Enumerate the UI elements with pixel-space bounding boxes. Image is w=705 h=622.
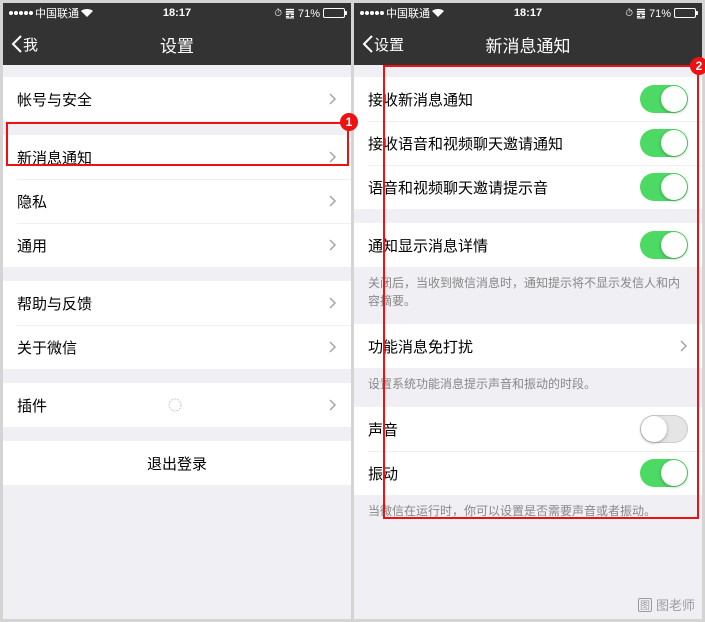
row-plugins[interactable]: 插件 — [3, 383, 351, 427]
row-voip-ringtone[interactable]: 语音和视频聊天邀请提示音 — [354, 165, 702, 209]
page-title: 设置 — [3, 32, 351, 57]
logout-button[interactable]: 退出登录 — [3, 441, 351, 485]
page-title: 新消息通知 — [354, 32, 702, 57]
row-privacy[interactable]: 隐私 — [3, 179, 351, 223]
nav-bar: 设置 新消息通知 — [354, 23, 702, 65]
row-account-security[interactable]: 帐号与安全 — [3, 77, 351, 121]
watermark: 图 图老师 — [638, 595, 695, 614]
annotation-badge-1: 1 — [340, 113, 358, 131]
row-show-detail[interactable]: 通知显示消息详情 — [354, 223, 702, 267]
toggle-receive-new-msg[interactable] — [640, 85, 688, 113]
footer-show-detail: 关闭后，当收到微信消息时，通知提示将不显示发信人和内容摘要。 — [354, 267, 702, 310]
chevron-right-icon — [329, 399, 337, 411]
row-receive-voip-invite[interactable]: 接收语音和视频聊天邀请通知 — [354, 121, 702, 165]
toggle-vibrate[interactable] — [640, 459, 688, 487]
status-time: 18:17 — [3, 7, 351, 19]
chevron-right-icon — [329, 93, 337, 105]
chevron-right-icon — [329, 341, 337, 353]
status-bar: 中国联通 18:17 ⏱ ䷘ 71% — [354, 3, 702, 23]
toggle-voip-ringtone[interactable] — [640, 173, 688, 201]
chevron-right-icon — [329, 297, 337, 309]
footer-dnd: 设置系统功能消息提示声音和振动的时段。 — [354, 368, 702, 393]
settings-list: 帐号与安全 新消息通知 隐私 通用 帮助与反馈 关 — [3, 65, 351, 619]
row-dnd[interactable]: 功能消息免打扰 — [354, 324, 702, 368]
battery-icon — [323, 8, 345, 18]
row-general[interactable]: 通用 — [3, 223, 351, 267]
notify-list: 接收新消息通知 接收语音和视频聊天邀请通知 语音和视频聊天邀请提示音 通知显示消… — [354, 65, 702, 619]
row-new-message-notify[interactable]: 新消息通知 — [3, 135, 351, 179]
row-vibrate[interactable]: 振动 — [354, 451, 702, 495]
status-bar: 中国联通 18:17 ⏱ ䷘ 71% — [3, 3, 351, 23]
chevron-right-icon — [329, 151, 337, 163]
battery-icon — [674, 8, 696, 18]
footer-sound-vibrate: 当微信在运行时，你可以设置是否需要声音或者振动。 — [354, 495, 702, 520]
toggle-sound[interactable] — [640, 415, 688, 443]
row-receive-new-msg[interactable]: 接收新消息通知 — [354, 77, 702, 121]
row-help-feedback[interactable]: 帮助与反馈 — [3, 281, 351, 325]
status-time: 18:17 — [354, 7, 702, 19]
annotation-badge-2: 2 — [690, 57, 705, 75]
chevron-right-icon — [329, 195, 337, 207]
row-sound[interactable]: 声音 — [354, 407, 702, 451]
nav-bar: 我 设置 — [3, 23, 351, 65]
phone-settings: 中国联通 18:17 ⏱ ䷘ 71% 我 设置 帐号与安全 新消息通知 — [3, 3, 351, 619]
toggle-show-detail[interactable] — [640, 231, 688, 259]
chevron-right-icon — [329, 239, 337, 251]
row-about-wechat[interactable]: 关于微信 — [3, 325, 351, 369]
watermark-icon: 图 — [638, 598, 652, 612]
toggle-receive-voip-invite[interactable] — [640, 129, 688, 157]
plugin-icon — [168, 398, 182, 412]
phone-notifications: 中国联通 18:17 ⏱ ䷘ 71% 设置 新消息通知 接收新消息通知 接收语音… — [354, 3, 702, 619]
chevron-right-icon — [680, 340, 688, 352]
